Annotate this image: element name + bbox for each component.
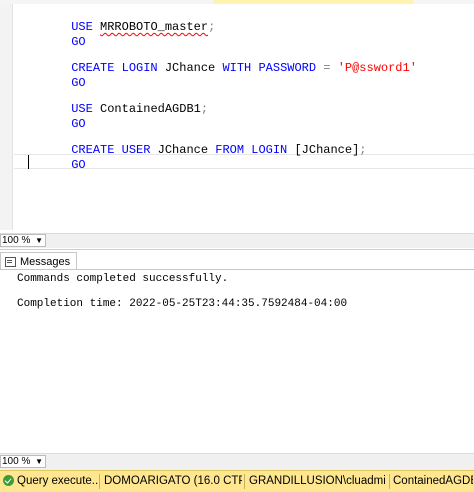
tab-messages[interactable]: Messages: [0, 252, 78, 270]
results-zoom-value: 100 %: [2, 456, 31, 467]
message-line: Commands completed successfully.: [17, 273, 229, 285]
chevron-down-icon: ▼: [35, 457, 43, 466]
status-divider: [244, 474, 245, 489]
code-keyword: GO: [71, 158, 86, 172]
login-user: GRANDILLUSION\cluadmin...: [249, 475, 385, 487]
server-name: DOMOARIGATO (16.0 CTP2.0): [104, 475, 242, 487]
code-identifier: MRROBOTO_master: [100, 20, 209, 34]
code-punct: ;: [359, 143, 367, 157]
text-caret: [28, 155, 29, 169]
success-check-icon: [3, 475, 14, 486]
message-line: Completion time: 2022-05-25T23:44:35.759…: [17, 298, 348, 310]
code-punct: ;: [208, 20, 216, 34]
code-line: GO: [28, 102, 85, 131]
code-identifier: JChance: [164, 61, 223, 75]
code-identifier: ContainedAGDB1: [100, 102, 201, 116]
status-divider: [389, 474, 390, 489]
code-identifier: [JChance]: [294, 143, 360, 157]
results-zoom-dropdown[interactable]: 100 % ▼: [0, 455, 46, 468]
tab-divider: [0, 269, 474, 270]
code-keyword: FROM LOGIN: [215, 143, 295, 157]
query-status: Query execute...: [17, 475, 99, 487]
code-line: USE ContainedAGDB1;: [28, 87, 208, 116]
status-divider: [99, 474, 100, 489]
code-area[interactable]: USE MRROBOTO_master; GO CREATE LOGIN JCh…: [28, 4, 417, 172]
code-string: 'P@ssword1': [337, 61, 417, 75]
code-line: GO: [28, 61, 85, 90]
results-pane: Messages Commands completed successfully…: [0, 249, 474, 454]
editor-zoom-bar: 100 % ▼: [0, 233, 474, 248]
code-keyword: WITH PASSWORD: [222, 61, 324, 75]
messages-icon: [5, 256, 16, 267]
editor-zoom-dropdown[interactable]: 100 % ▼: [0, 234, 46, 247]
editor-gutter: [0, 4, 13, 230]
results-zoom-bar: 100 % ▼: [0, 453, 474, 470]
database-name: ContainedAGDB1: [393, 475, 473, 487]
code-line: USE MRROBOTO_master;: [28, 5, 215, 34]
query-editor[interactable]: USE MRROBOTO_master; GO CREATE LOGIN JCh…: [0, 4, 474, 230]
code-punct: ;: [200, 102, 209, 116]
code-operator: =: [323, 61, 338, 75]
editor-zoom-value: 100 %: [2, 235, 31, 246]
tab-messages-label: Messages: [20, 255, 71, 268]
code-line: GO: [28, 20, 85, 49]
code-line: CREATE LOGIN JChance WITH PASSWORD = 'P@…: [28, 46, 417, 75]
code-line: CREATE USER JChance FROM LOGIN [JChance]…: [28, 128, 366, 157]
status-bar: Query execute... DOMOARIGATO (16.0 CTP2.…: [0, 470, 474, 492]
chevron-down-icon: ▼: [35, 236, 43, 245]
code-identifier: JChance: [157, 143, 216, 157]
code-line: GO: [28, 143, 85, 172]
